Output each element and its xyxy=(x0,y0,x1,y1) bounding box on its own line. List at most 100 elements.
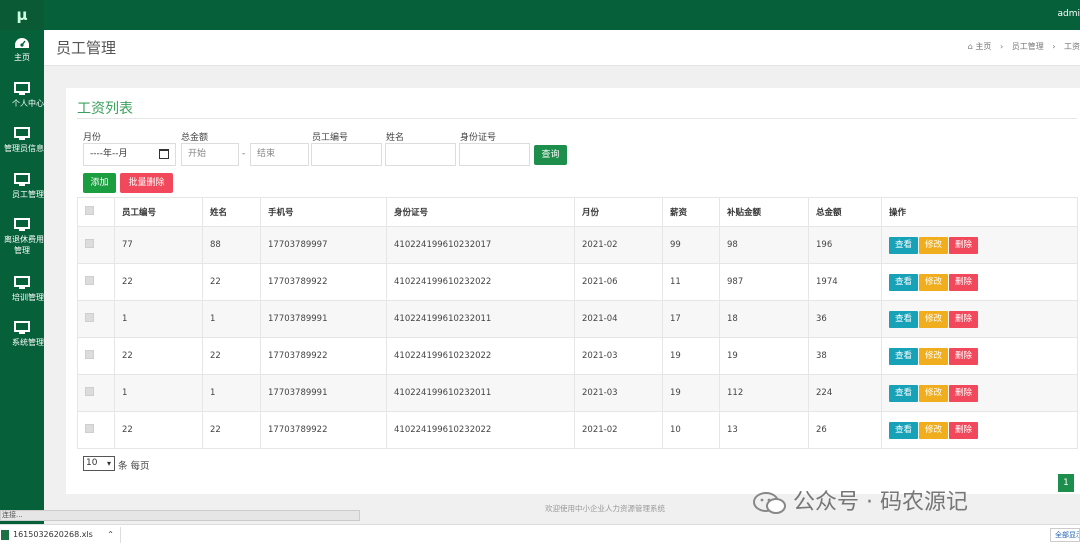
page-size-select[interactable]: 10 ▾ xyxy=(83,456,115,471)
edit-button[interactable]: 修改 xyxy=(919,273,948,291)
monitor-icon xyxy=(14,127,30,141)
sidebar-item-label: 培训管理 xyxy=(12,293,44,302)
sidebar-item-label: 主页 xyxy=(14,53,30,62)
delete-button[interactable]: 删除 xyxy=(949,273,978,291)
cell-name: 1 xyxy=(202,300,261,338)
cell-name: 22 xyxy=(202,337,261,375)
sidebar-item-label: 离退休费用 xyxy=(4,235,44,244)
cell-phone: 17703789922 xyxy=(260,337,387,375)
cell-employee-number: 1 xyxy=(114,300,203,338)
id-card-label: 身份证号 xyxy=(460,133,497,143)
edit-button[interactable]: 修改 xyxy=(919,310,948,328)
cell-actions: 查看 修改 删除 xyxy=(881,263,1078,301)
row-checkbox[interactable] xyxy=(85,313,94,322)
chevron-up-icon[interactable]: ⌃ xyxy=(107,527,114,543)
sidebar-item-training[interactable]: 培训管理 xyxy=(0,276,44,303)
salary-table: 员工编号 姓名 手机号 身份证号 月份 薪资 补贴金额 总金额 操作 77 88… xyxy=(77,197,1078,449)
delete-button[interactable]: 删除 xyxy=(949,310,978,328)
cell-name: 22 xyxy=(202,411,261,449)
delete-button[interactable]: 删除 xyxy=(949,347,978,365)
employee-number-input[interactable] xyxy=(311,143,382,166)
cell-salary: 19 xyxy=(662,337,720,375)
table-row: 22 22 17703789922 410224199610232022 202… xyxy=(77,411,1078,449)
edit-button[interactable]: 修改 xyxy=(919,421,948,439)
top-navbar: μ admi xyxy=(0,0,1080,30)
table-row: 1 1 17703789991 410224199610232011 2021-… xyxy=(77,374,1078,412)
cell-salary: 19 xyxy=(662,374,720,412)
cell-subsidy: 112 xyxy=(719,374,809,412)
sidebar-item-profile[interactable]: 个人中心 xyxy=(0,82,44,109)
cell-total: 36 xyxy=(808,300,882,338)
show-all-downloads-button[interactable]: 全部显示 xyxy=(1050,528,1080,542)
table-header-row: 员工编号 姓名 手机号 身份证号 月份 薪资 补贴金额 总金额 操作 xyxy=(77,197,1078,227)
view-button[interactable]: 查看 xyxy=(889,384,918,402)
select-all-checkbox[interactable] xyxy=(85,206,94,215)
column-header: 身份证号 xyxy=(386,197,575,227)
edit-button[interactable]: 修改 xyxy=(919,384,948,402)
sidebar-item-retirement[interactable]: 离退休费用 管理 xyxy=(0,218,44,256)
page-button-1[interactable]: 1 xyxy=(1058,474,1074,492)
cell-actions: 查看 修改 删除 xyxy=(881,226,1078,264)
home-icon: ⌂ xyxy=(967,42,973,51)
delete-button[interactable]: 删除 xyxy=(949,236,978,254)
sidebar-item-home[interactable]: 主页 xyxy=(0,36,44,63)
monitor-icon xyxy=(14,218,30,232)
card-title: 工资列表 xyxy=(77,101,133,117)
cell-subsidy: 13 xyxy=(719,411,809,449)
sidebar-item-system[interactable]: 系统管理 xyxy=(0,321,44,348)
view-button[interactable]: 查看 xyxy=(889,273,918,291)
view-button[interactable]: 查看 xyxy=(889,421,918,439)
row-checkbox[interactable] xyxy=(85,387,94,396)
id-card-input[interactable] xyxy=(459,143,530,166)
name-input[interactable] xyxy=(385,143,456,166)
cell-name: 1 xyxy=(202,374,261,412)
cell-employee-number: 22 xyxy=(114,263,203,301)
row-checkbox[interactable] xyxy=(85,424,94,433)
cell-employee-number: 22 xyxy=(114,411,203,449)
cell-id-card: 410224199610232022 xyxy=(386,337,575,375)
breadcrumb-section[interactable]: 员工管理 xyxy=(1012,42,1044,51)
app-logo[interactable]: μ xyxy=(0,0,44,30)
view-button[interactable]: 查看 xyxy=(889,236,918,254)
cell-subsidy: 19 xyxy=(719,337,809,375)
delete-button[interactable]: 删除 xyxy=(949,384,978,402)
query-button[interactable]: 查询 xyxy=(534,145,567,165)
sidebar-item-employee[interactable]: 员工管理 xyxy=(0,173,44,200)
view-button[interactable]: 查看 xyxy=(889,347,918,365)
column-header: 员工编号 xyxy=(114,197,203,227)
cell-id-card: 410224199610232017 xyxy=(386,226,575,264)
page-title: 员工管理 xyxy=(56,39,117,57)
footer-text: 欢迎使用中小企业人力资源管理系统 xyxy=(545,504,665,513)
sidebar-item-admin-info[interactable]: 管理员信息 xyxy=(0,127,44,154)
add-button[interactable]: 添加 xyxy=(83,173,116,193)
edit-button[interactable]: 修改 xyxy=(919,347,948,365)
user-menu[interactable]: admi xyxy=(1058,9,1080,19)
calendar-icon[interactable] xyxy=(159,149,169,159)
name-label: 姓名 xyxy=(386,133,405,143)
total-end-input[interactable]: 结束 xyxy=(250,143,309,166)
sidebar-item-label: 系统管理 xyxy=(12,338,44,347)
month-input[interactable]: ----年--月 xyxy=(83,143,176,166)
monitor-icon xyxy=(14,276,30,290)
salary-list-card: 工资列表 月份 ----年--月 总金额 开始 - 结束 员工编号 姓名 身份证… xyxy=(66,88,1080,494)
cell-salary: 11 xyxy=(662,263,720,301)
cell-employee-number: 22 xyxy=(114,337,203,375)
breadcrumb-separator: › xyxy=(1052,42,1056,51)
row-checkbox[interactable] xyxy=(85,239,94,248)
download-item[interactable]: 1615032620268.xls ⌃ xyxy=(0,527,121,543)
row-checkbox[interactable] xyxy=(85,350,94,359)
delete-button[interactable]: 删除 xyxy=(949,421,978,439)
column-header: 手机号 xyxy=(260,197,387,227)
total-start-input[interactable]: 开始 xyxy=(181,143,239,166)
cell-total: 1974 xyxy=(808,263,882,301)
cell-phone: 17703789922 xyxy=(260,411,387,449)
dashboard-icon xyxy=(14,36,30,50)
cell-salary: 10 xyxy=(662,411,720,449)
view-button[interactable]: 查看 xyxy=(889,310,918,328)
sidebar-item-label: 管理员信息 xyxy=(4,144,44,153)
batch-delete-button[interactable]: 批量删除 xyxy=(120,173,173,193)
row-checkbox[interactable] xyxy=(85,276,94,285)
edit-button[interactable]: 修改 xyxy=(919,236,948,254)
breadcrumb-home[interactable]: 主页 xyxy=(975,42,991,51)
cell-subsidy: 98 xyxy=(719,226,809,264)
